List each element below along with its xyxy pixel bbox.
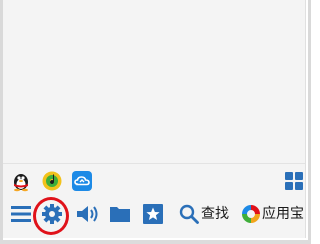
start-menu-panel: 查找 应用宝: [3, 0, 306, 238]
menu-icon[interactable]: [11, 205, 31, 223]
bottom-toolbar: 查找 应用宝: [3, 198, 305, 232]
cloud-sync-icon[interactable]: [71, 170, 93, 192]
music-disc-icon[interactable]: [41, 170, 63, 192]
appstore-icon[interactable]: [241, 203, 261, 225]
qq-penguin-icon[interactable]: [10, 170, 32, 192]
tiles-icon[interactable]: [285, 172, 303, 190]
menu-content-area: [3, 0, 305, 163]
search-icon[interactable]: [179, 204, 199, 224]
star-icon[interactable]: [143, 203, 163, 225]
window-edge-right: [308, 0, 311, 244]
pinned-apps-row: [3, 166, 305, 196]
folder-icon[interactable]: [109, 204, 131, 224]
gear-icon[interactable]: [41, 203, 63, 225]
window-edge-bottom: [0, 240, 311, 244]
search-button[interactable]: 查找: [201, 205, 229, 223]
appstore-button[interactable]: 应用宝: [262, 205, 304, 223]
speaker-icon[interactable]: [75, 203, 99, 225]
section-divider: [3, 163, 305, 164]
